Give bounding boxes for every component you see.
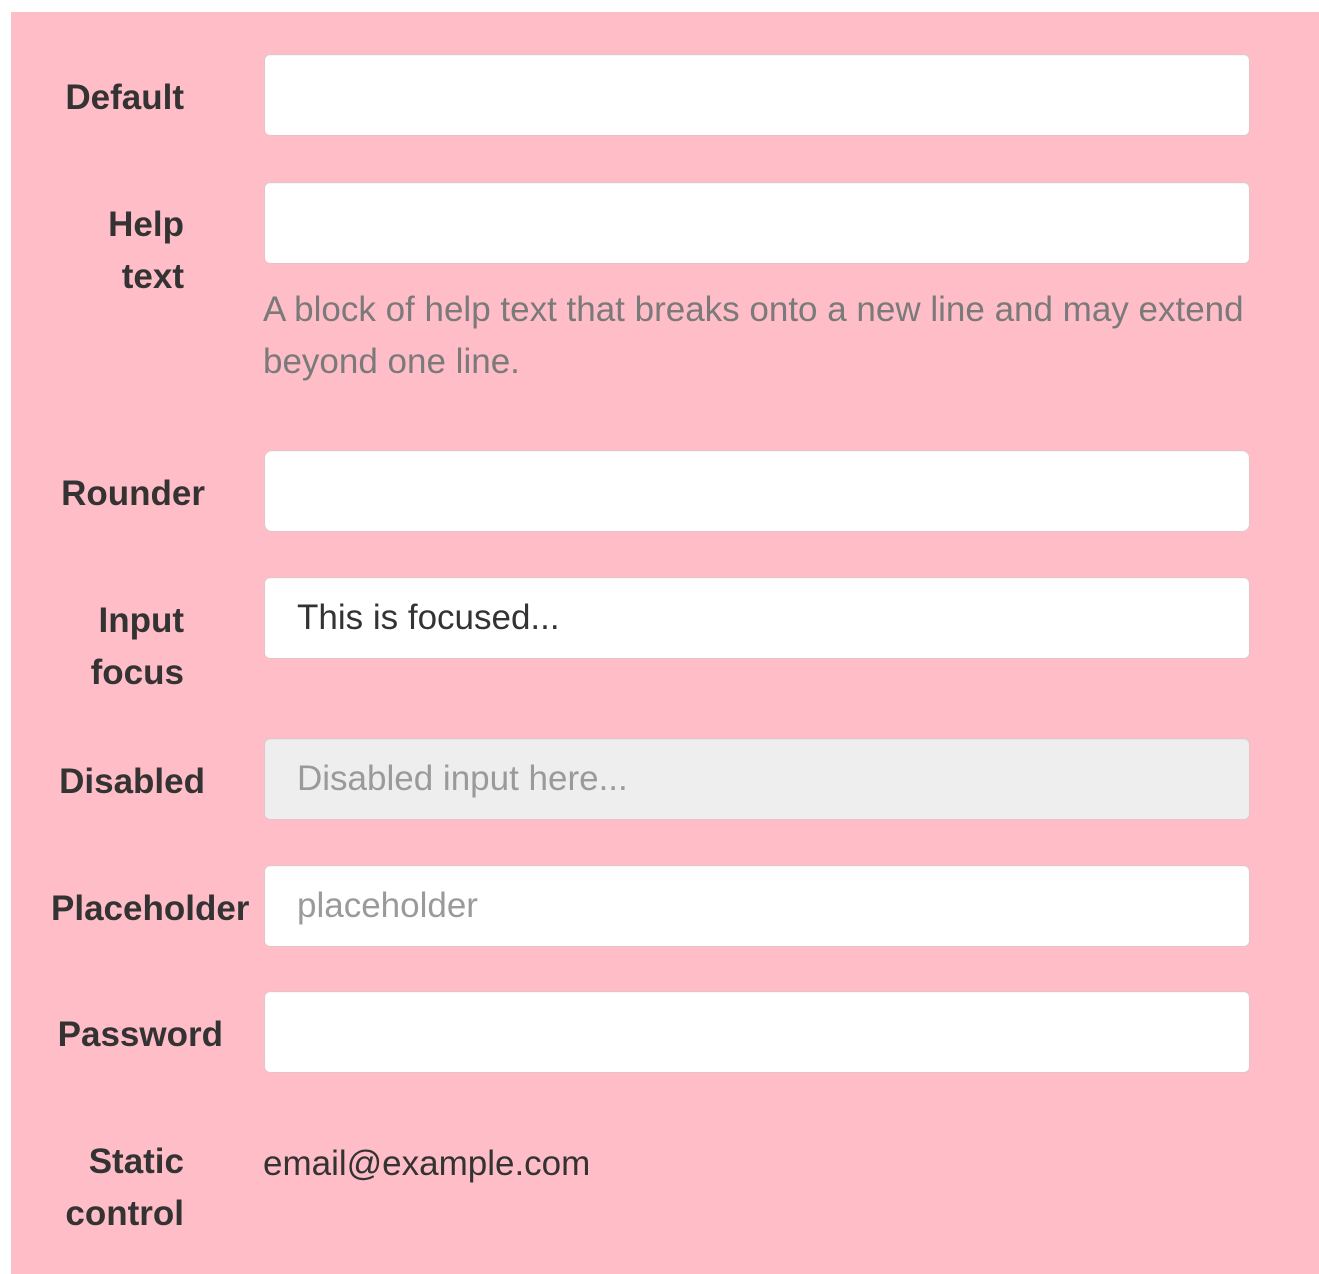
- label-help-text-line1: Help: [108, 205, 184, 244]
- label-help-text-line2: text: [121, 257, 184, 296]
- label-input-focus: Input focus: [91, 595, 184, 699]
- password-input[interactable]: [264, 991, 1250, 1073]
- label-static-control-line2: control: [65, 1194, 184, 1233]
- form-panel: Default Help text A block of help text t…: [11, 12, 1319, 1274]
- rounder-input[interactable]: [264, 450, 1250, 532]
- disabled-input: [264, 738, 1250, 820]
- focused-input[interactable]: [264, 577, 1250, 659]
- label-default: Default: [65, 78, 184, 117]
- label-static-control: Static control: [65, 1136, 184, 1240]
- label-placeholder: Placeholder: [51, 889, 250, 928]
- label-rounder: Rounder: [61, 474, 205, 513]
- label-static-control-line1: Static: [88, 1142, 184, 1181]
- placeholder-input[interactable]: [264, 865, 1250, 947]
- static-control-value: email@example.com: [263, 1144, 591, 1183]
- help-text-input[interactable]: [264, 182, 1250, 264]
- label-input-focus-line2: focus: [90, 653, 184, 692]
- help-block: A block of help text that breaks onto a …: [263, 290, 1244, 381]
- label-disabled: Disabled: [59, 762, 205, 801]
- label-password: Password: [57, 1015, 223, 1054]
- label-input-focus-line1: Input: [98, 601, 184, 640]
- default-input[interactable]: [264, 54, 1250, 136]
- label-help-text: Help text: [108, 199, 184, 303]
